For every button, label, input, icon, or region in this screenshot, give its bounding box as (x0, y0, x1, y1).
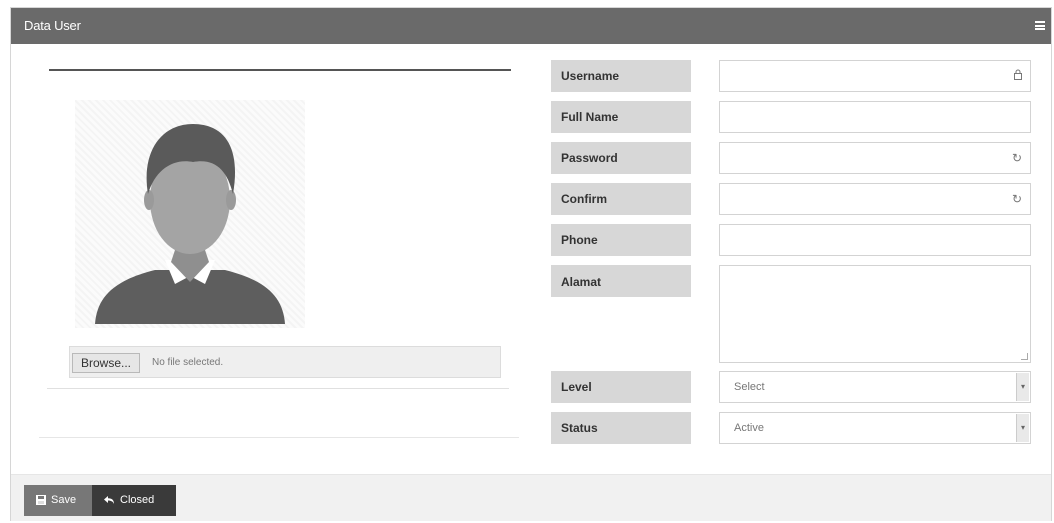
panel-header: Data User (11, 8, 1051, 44)
save-icon (36, 495, 46, 505)
alamat-label: Alamat (551, 265, 691, 297)
username-label: Username (551, 60, 691, 92)
confirm-label: Confirm (551, 183, 691, 215)
password-input[interactable]: ↻ (719, 142, 1031, 174)
level-select[interactable]: Select ▾ (719, 371, 1031, 403)
alamat-textarea[interactable] (719, 265, 1031, 363)
user-avatar-icon (95, 124, 285, 324)
panel-footer: Save Closed (11, 474, 1051, 521)
browse-button[interactable]: Browse... (72, 353, 141, 373)
menu-icon[interactable] (1035, 21, 1045, 30)
password-label: Password (551, 142, 691, 174)
close-button[interactable]: Closed (92, 485, 176, 516)
resize-handle[interactable] (1021, 353, 1028, 360)
lock-icon (1014, 69, 1022, 83)
refresh-icon[interactable]: ↻ (1012, 192, 1022, 206)
file-upload-row: Browse... No file selected. (69, 346, 501, 378)
phone-label: Phone (551, 224, 691, 256)
close-button-label: Closed (120, 494, 155, 506)
fullname-input[interactable] (719, 101, 1031, 133)
chevron-down-icon[interactable]: ▾ (1016, 373, 1029, 401)
divider-line (39, 437, 519, 438)
level-label: Level (551, 371, 691, 403)
divider-line (47, 388, 509, 389)
avatar-placeholder (75, 100, 305, 328)
status-selected-value: Active (734, 422, 764, 434)
confirm-password-input[interactable]: ↻ (719, 183, 1031, 215)
file-status-text: No file selected. (152, 357, 224, 368)
refresh-icon[interactable]: ↻ (1012, 151, 1022, 165)
status-label: Status (551, 412, 691, 444)
save-button[interactable]: Save (24, 485, 92, 516)
panel-title: Data User (24, 18, 81, 33)
data-user-panel: Data User Browse... No file selected. Us… (10, 7, 1052, 521)
chevron-down-icon[interactable]: ▾ (1016, 414, 1029, 442)
phone-input[interactable] (719, 224, 1031, 256)
status-select[interactable]: Active ▾ (719, 412, 1031, 444)
undo-icon (104, 496, 114, 504)
save-button-label: Save (51, 494, 77, 506)
divider-line (49, 69, 511, 71)
level-selected-value: Select (734, 381, 765, 393)
username-input[interactable] (719, 60, 1031, 92)
fullname-label: Full Name (551, 101, 691, 133)
